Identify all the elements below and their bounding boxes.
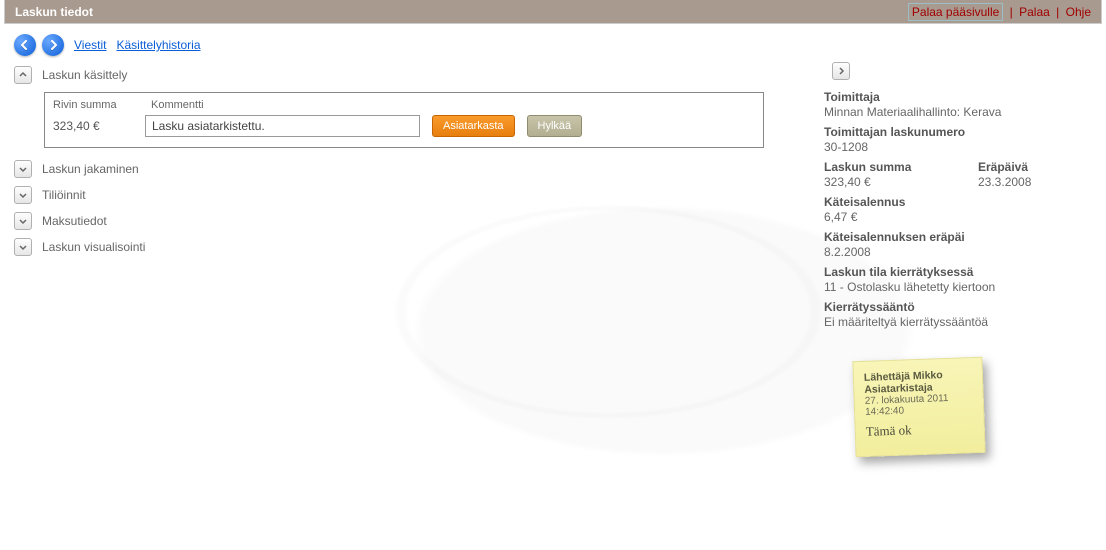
section-label: Maksutiedot: [42, 214, 107, 228]
cash-discount-due-value: 8.2.2008: [824, 245, 1092, 259]
separator: |: [1007, 5, 1016, 19]
page-title: Laskun tiedot: [15, 0, 93, 23]
section-processing: Laskun käsittely: [14, 62, 1092, 88]
section-label: Laskun käsittely: [42, 68, 127, 82]
sticky-note-text: Tämä ok: [866, 420, 974, 440]
cash-discount-due-label: Käteisalennuksen eräpäi: [824, 230, 1092, 244]
cash-discount-label: Käteisalennus: [824, 195, 1092, 209]
status-label: Laskun tila kierrätyksessä: [824, 265, 1092, 279]
expand-icon[interactable]: [14, 186, 32, 204]
invoice-sum-value: 323,40 €: [824, 175, 938, 189]
section-splitting: Laskun jakaminen: [14, 156, 794, 182]
sticky-time: 14:42:40: [865, 403, 973, 418]
rule-label: Kierrätyssääntö: [824, 300, 1092, 314]
expand-icon[interactable]: [14, 212, 32, 230]
sticky-note: Lähettäjä Mikko Asiatarkistaja 27. lokak…: [852, 357, 985, 457]
link-help[interactable]: Ohje: [1066, 5, 1091, 19]
expand-icon[interactable]: [14, 160, 32, 178]
cash-discount-value: 6,47 €: [824, 210, 1092, 224]
link-back[interactable]: Palaa: [1019, 5, 1050, 19]
invoice-sum-label: Laskun summa: [824, 160, 938, 174]
collapse-icon[interactable]: [14, 66, 32, 84]
row-sum-value: 323,40 €: [53, 119, 133, 133]
status-value: 11 - Ostolasku lähetetty kiertoon: [824, 280, 1092, 294]
processing-box: Rivin summa Kommentti 323,40 € Asiatarka…: [44, 92, 764, 148]
approve-button[interactable]: Asiatarkasta: [432, 115, 515, 137]
due-date-value: 23.3.2008: [978, 175, 1092, 189]
section-label: Laskun jakaminen: [42, 162, 139, 176]
page-forward-icon[interactable]: [832, 62, 850, 80]
sum-label: Rivin summa: [53, 99, 133, 111]
comment-label: Kommentti: [151, 99, 204, 111]
rule-value: Ei määriteltyä kierrätyssääntöä: [824, 315, 1092, 329]
reject-button[interactable]: Hylkää: [527, 115, 583, 137]
section-accounting: Tiliöinnit: [14, 182, 794, 208]
section-label: Tiliöinnit: [42, 188, 86, 202]
toolbar: Viestit Käsittelyhistoria: [14, 34, 1092, 56]
section-payment: Maksutiedot: [14, 208, 794, 234]
invoice-info-panel: Toimittaja Minnan Materiaalihallinto: Ke…: [824, 88, 1092, 455]
nav-back-icon[interactable]: [14, 34, 36, 56]
section-visualization: Laskun visualisointi: [14, 234, 794, 260]
header-links: Palaa pääsivulle | Palaa | Ohje: [908, 0, 1091, 23]
due-date-label: Eräpäivä: [978, 160, 1092, 174]
supplier-invoice-label: Toimittajan laskunumero: [824, 125, 1092, 139]
supplier-label: Toimittaja: [824, 90, 1092, 104]
supplier-value: Minnan Materiaalihallinto: Kerava: [824, 105, 1092, 119]
separator: |: [1053, 5, 1062, 19]
expand-icon[interactable]: [14, 238, 32, 256]
comment-input[interactable]: [145, 115, 420, 137]
nav-forward-icon[interactable]: [42, 34, 64, 56]
section-label: Laskun visualisointi: [42, 240, 145, 254]
header-bar: Laskun tiedot Palaa pääsivulle | Palaa |…: [4, 0, 1102, 24]
link-back-main[interactable]: Palaa pääsivulle: [908, 3, 1003, 21]
link-messages[interactable]: Viestit: [74, 38, 106, 52]
link-history[interactable]: Käsittelyhistoria: [116, 38, 200, 52]
supplier-invoice-value: 30-1208: [824, 140, 1092, 154]
